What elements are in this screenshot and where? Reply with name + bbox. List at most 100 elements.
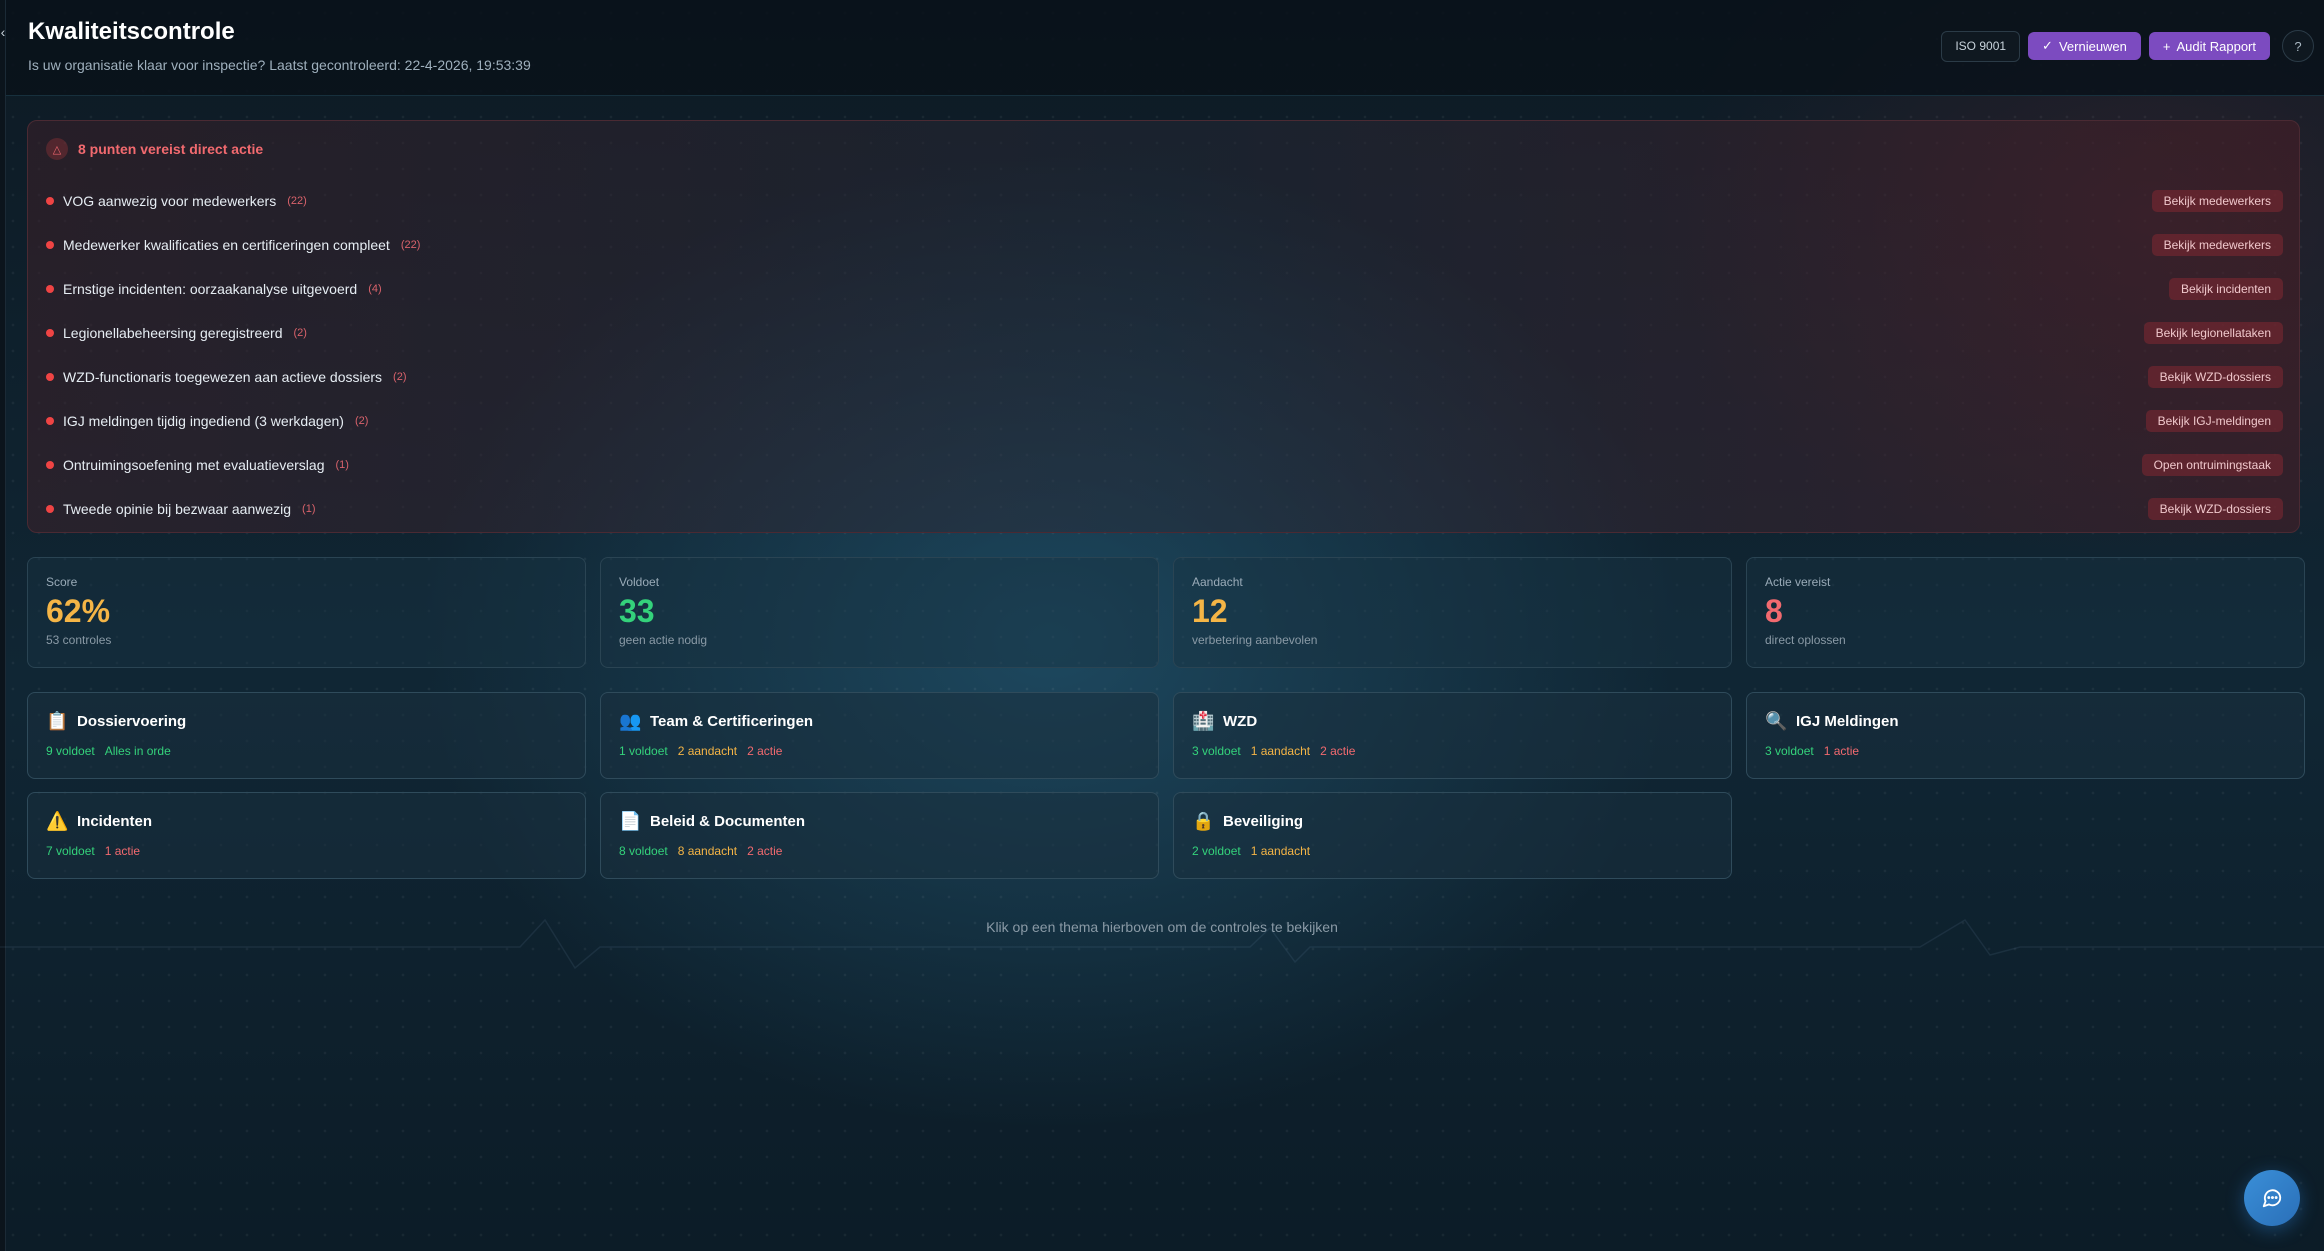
theme-ok-count: 3 voldoet [1765,744,1814,758]
view-wzd-dossiers-button[interactable]: Bekijk WZD-dossiers [2147,366,2283,388]
lock-icon: 🔒 [1192,811,1215,831]
theme-card-team-certificeringen[interactable]: 👥 Team & Certificeringen 1 voldoet 2 aan… [600,692,1159,779]
warning-icon: ⚠️ [46,811,69,831]
alert-header: △ 8 punten vereist direct actie [46,138,263,160]
theme-ok-count: 9 voldoet [46,744,95,758]
stat-sub: verbetering aanbevolen [1192,633,1318,647]
theme-card-dossiervoering[interactable]: 📋 Dossiervoering 9 voldoet Alles in orde [27,692,586,779]
theme-title: Beveiliging [1223,813,1304,830]
theme-attention-count: 8 aandacht [677,844,738,858]
open-evacuation-task-button[interactable]: Open ontruimingstaak [2141,454,2283,476]
theme-ok-count: 8 voldoet [619,844,668,858]
theme-attention-count: 1 aandacht [1250,844,1311,858]
view-employees-button[interactable]: Bekijk medewerkers [2151,234,2283,256]
alert-item: Ernstige incidenten: oorzaakanalyse uitg… [46,267,2283,311]
red-status-dot [46,505,54,513]
theme-action-count: 2 actie [747,844,783,858]
red-status-dot [46,417,54,425]
theme-action-count: 1 actie [1823,744,1860,758]
theme-note: Alles in orde [104,744,171,758]
theme-title: WZD [1223,713,1258,730]
alert-item-label: Medewerker kwalificaties en certificerin… [63,237,390,253]
alert-item-count: (1) [302,503,316,515]
magnifier-icon: 🔍 [1765,711,1788,731]
stat-card-score: Score 62% 53 controles [27,557,586,668]
chat-icon[interactable] [2244,1170,2300,1226]
stat-card-action-required: Actie vereist 8 direct oplossen [1746,557,2305,668]
alert-item: Legionellabeheersing geregistreerd (2) B… [46,311,2283,355]
page-subtitle: Is uw organisatie klaar voor inspectie? … [28,57,531,73]
audit-report-button-label: Audit Rapport [2176,38,2257,54]
alert-item-label: Ernstige incidenten: oorzaakanalyse uitg… [63,281,358,297]
theme-attention-count: 2 aandacht [677,744,738,758]
stat-card-attention: Aandacht 12 verbetering aanbevolen [1173,557,1732,668]
alert-item-count: (2) [393,371,407,383]
alert-item-count: (22) [287,195,307,207]
refresh-button-label: Vernieuwen [2058,38,2127,54]
refresh-button[interactable]: ✓ Vernieuwen [2028,32,2141,60]
people-icon: 👥 [619,711,642,731]
alert-item: VOG aanwezig voor medewerkers (22) Bekij… [46,179,2283,223]
theme-card-incidenten[interactable]: ⚠️ Incidenten 7 voldoet 1 actie [27,792,586,879]
alert-item: Tweede opinie bij bezwaar aanwezig (1) B… [46,487,2283,531]
theme-hint-text: Klik op een thema hierboven om de contro… [986,919,1338,935]
theme-card-igj-meldingen[interactable]: 🔍 IGJ Meldingen 3 voldoet 1 actie [1746,692,2305,779]
audit-report-button[interactable]: + Audit Rapport [2148,32,2270,60]
theme-action-count: 2 actie [747,744,783,758]
stat-label: Voldoet [619,575,660,589]
stat-sub: 53 controles [46,633,112,647]
red-status-dot [46,461,54,469]
theme-ok-count: 7 voldoet [46,844,95,858]
alert-item-label: WZD-functionaris toegewezen aan actieve … [63,369,383,385]
theme-attention-count: 1 aandacht [1250,744,1311,758]
view-wzd-dossiers-button[interactable]: Bekijk WZD-dossiers [2147,498,2283,520]
alert-item: IGJ meldingen tijdig ingediend (3 werkda… [46,399,2283,443]
theme-card-beveiliging[interactable]: 🔒 Beveiliging 2 voldoet 1 aandacht [1173,792,1732,879]
plus-icon: + [2162,38,2171,54]
stats-row: Score 62% 53 controles Voldoet 33 geen a… [27,557,2305,668]
alert-list: VOG aanwezig voor medewerkers (22) Bekij… [46,179,2283,531]
alert-item-label: IGJ meldingen tijdig ingediend (3 werkda… [63,413,344,429]
alert-item: Medewerker kwalificaties en certificerin… [46,223,2283,267]
stat-value: 8 [1765,593,1783,629]
stat-card-compliant: Voldoet 33 geen actie nodig [600,557,1159,668]
stat-label: Aandacht [1192,575,1243,589]
alert-item-label: Tweede opinie bij bezwaar aanwezig [63,501,292,517]
view-incidents-button[interactable]: Bekijk incidenten [2168,278,2283,300]
alert-item-count: (1) [335,459,349,471]
help-icon[interactable]: ? [2282,30,2314,62]
alert-item-label: Ontruimingsoefening met evaluatieverslag [63,457,325,473]
alert-item: Ontruimingsoefening met evaluatieverslag… [46,443,2283,487]
clipboard-icon: 📋 [46,711,69,731]
theme-action-count: 1 actie [104,844,141,858]
view-employees-button[interactable]: Bekijk medewerkers [2151,190,2283,212]
warning-triangle-icon: △ [46,138,68,160]
alert-item-count: (2) [354,415,369,427]
stat-value: 33 [619,593,655,629]
header-actions: ISO 9001 ✓ Vernieuwen + Audit Rapport ? [1941,30,2314,62]
sidebar-edge [0,0,6,1251]
document-icon: 📄 [619,811,642,831]
theme-ok-count: 2 voldoet [1192,844,1241,858]
iso-9001-button[interactable]: ISO 9001 [1941,30,2021,62]
red-status-dot [46,373,54,381]
action-required-panel: △ 8 punten vereist direct actie VOG aanw… [27,120,2300,533]
alert-item-count: (22) [400,239,421,251]
red-status-dot [46,197,54,205]
theme-card-wzd[interactable]: 🏥 WZD 3 voldoet 1 aandacht 2 actie [1173,692,1732,779]
view-legionella-tasks-button[interactable]: Bekijk legionellataken [2143,322,2283,344]
alert-item-count: (4) [368,283,382,295]
theme-title: Team & Certificeringen [650,713,814,730]
red-status-dot [46,241,54,249]
alert-item: WZD-functionaris toegewezen aan actieve … [46,355,2283,399]
view-igj-reports-button[interactable]: Bekijk IGJ-meldingen [2145,410,2283,432]
theme-title: Dossiervoering [77,713,187,730]
red-status-dot [46,285,54,293]
page-header: Kwaliteitscontrole Is uw organisatie kla… [6,0,2324,96]
theme-action-count: 2 actie [1320,744,1356,758]
stat-label: Actie vereist [1765,575,1831,589]
stat-value: 12 [1192,593,1228,629]
theme-card-beleid-documenten[interactable]: 📄 Beleid & Documenten 8 voldoet 8 aandac… [600,792,1159,879]
theme-title: Incidenten [77,813,153,830]
stat-label: Score [46,575,78,589]
